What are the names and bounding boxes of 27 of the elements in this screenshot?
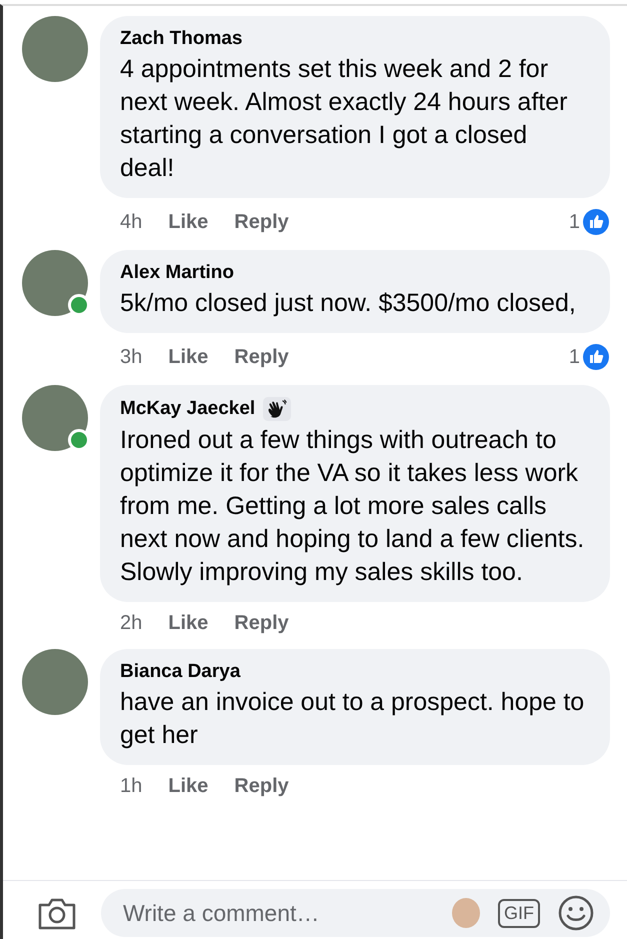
like-link[interactable]: Like [168, 346, 208, 368]
comment-time: 4h [120, 210, 142, 234]
like-link[interactable]: Like [168, 210, 208, 234]
commenter-name[interactable]: Zach Thomas [120, 28, 242, 50]
comment-text: 4 appointments set this week and 2 for next week. Almost exactly 24 hours after starting a conversation I got a closed deal! [120, 54, 568, 184]
commenter-name[interactable]: Alex Martino [120, 262, 234, 284]
smiley-icon[interactable] [558, 895, 594, 931]
comment-text: Ironed out a few things with outreach to optimize it for the VA so it takes less work from me. Getting a lot more sales calls next now and hoping to land a few clients. Slowly improving my sales skills too. [120, 425, 586, 588]
comment-text: 5k/mo closed just now. $3500/mo closed, [120, 288, 577, 319]
reply-link[interactable]: Reply [234, 346, 289, 368]
comment-time: 2h [120, 612, 142, 635]
commenter-name[interactable]: Bianca Darya [120, 661, 240, 683]
comment-time: 1h [120, 775, 142, 798]
comment-time: 3h [120, 346, 142, 368]
comment-input-field[interactable]: Write a comment… GIF [101, 889, 610, 937]
like-link[interactable]: Like [168, 775, 208, 798]
comment-text: have an invoice out to a prospect. hope to get her [120, 687, 586, 751]
like-link[interactable]: Like [168, 612, 208, 635]
reply-link[interactable]: Reply [234, 775, 289, 798]
reply-link[interactable]: Reply [234, 612, 289, 635]
commenter-name[interactable]: McKay Jaeckel [120, 398, 256, 420]
reply-link[interactable]: Reply [234, 210, 289, 234]
like-count: 1 [568, 346, 580, 368]
thumbs-up-icon [582, 208, 610, 236]
thumbs-up-icon [582, 343, 610, 371]
gif-button[interactable]: GIF [498, 898, 540, 928]
like-count: 1 [568, 210, 580, 234]
